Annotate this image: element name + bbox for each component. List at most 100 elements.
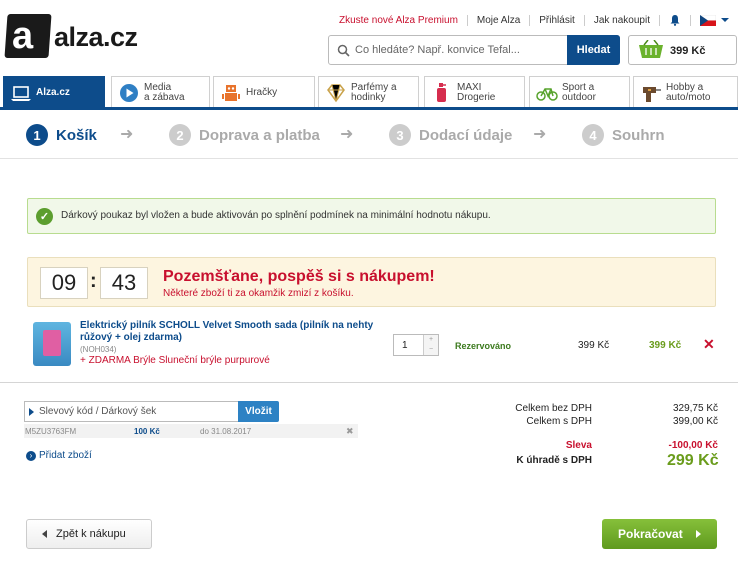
category-alza[interactable]: Alza.cz: [3, 76, 105, 108]
my-alza-link[interactable]: Moje Alza: [477, 15, 520, 26]
voucher-notice: ✓ Dárkový poukaz byl vložen a bude aktiv…: [27, 198, 716, 234]
category-sport[interactable]: Sport a outdoor: [529, 76, 630, 108]
chevron-left-icon: [42, 530, 47, 538]
divider: [466, 14, 468, 26]
search-button[interactable]: Hledat: [567, 35, 620, 65]
logo-letter: a: [12, 15, 34, 57]
quantity-value[interactable]: 1: [402, 340, 408, 351]
check-icon: ✓: [36, 208, 53, 225]
timer-minutes: 09: [40, 267, 88, 299]
item-total-price: 399 Kč: [649, 340, 682, 351]
discount-label: Sleva: [565, 440, 592, 451]
timer-seconds: 43: [100, 267, 148, 299]
search-icon: [337, 44, 350, 57]
to-pay-value: 299 Kč: [667, 452, 719, 469]
search-input[interactable]: Co hledáte? Např. konvice Tefal...: [355, 44, 520, 56]
countdown-subtitle: Některé zboží ti za okamžik zmizí z koší…: [163, 288, 354, 299]
category-toys[interactable]: Hračky: [213, 76, 315, 108]
product-name[interactable]: Elektrický pilník SCHOLL Velvet Smooth s…: [80, 320, 390, 344]
voucher-validity: do 31.08.2017: [200, 427, 252, 436]
remove-item-icon[interactable]: ✕: [703, 336, 715, 353]
robot-icon: [222, 85, 240, 101]
chevron-down-icon[interactable]: [720, 16, 730, 24]
discount-value: -100,00 Kč: [668, 440, 718, 451]
voucher-placeholder: Slevový kód / Dárkový šek: [39, 406, 157, 417]
step-summary: 4 Souhrn: [582, 124, 665, 146]
minus-icon[interactable]: −: [429, 346, 433, 353]
quantity-stepper[interactable]: 1 + −: [393, 334, 439, 356]
category-label: MAXI Drogerie: [457, 82, 496, 103]
cart-amount: 399 Kč: [670, 45, 706, 57]
basket-icon: [639, 40, 663, 58]
page: { "header": { "logo_letter": "a", "logo_…: [0, 0, 738, 573]
without-vat-value: 329,75 Kč: [672, 403, 718, 414]
bike-icon: [536, 88, 558, 101]
category-label: Media a zábava: [144, 82, 185, 103]
logo-text[interactable]: alza.cz: [54, 22, 138, 53]
category-label: Hobby a auto/moto: [666, 82, 711, 103]
back-to-shopping-button[interactable]: Zpět k nákupu: [26, 519, 152, 549]
czech-flag-icon[interactable]: [700, 14, 716, 26]
product-gift[interactable]: + ZDARMA Brýle Sluneční brýle purpurové: [80, 355, 270, 366]
category-label: Hračky: [246, 87, 278, 98]
voucher-code: M5ZU3763FM: [25, 427, 77, 436]
divider: [583, 14, 585, 26]
countdown-banner: 09 : 43 Pozemšťane, pospěš si s nákupem!…: [27, 257, 716, 307]
continue-button[interactable]: Pokračovat: [602, 519, 717, 549]
login-link[interactable]: Přihlásit: [539, 15, 575, 26]
without-vat-label: Celkem bez DPH: [515, 403, 592, 414]
step-label: Dodací údaje: [419, 126, 513, 144]
chevron-right-icon: [695, 530, 701, 538]
nav-underline: [0, 107, 738, 110]
premium-link[interactable]: Zkuste nové Alza Premium: [339, 15, 458, 26]
divider: [0, 382, 738, 383]
arrow-right-icon: ➜: [120, 126, 134, 143]
category-hobby[interactable]: Hobby a auto/moto: [633, 76, 738, 108]
drill-icon: [643, 87, 661, 102]
top-links: Zkuste nové Alza Premium Moje Alza Přihl…: [339, 14, 730, 26]
plus-icon[interactable]: +: [429, 336, 433, 343]
step-number: 4: [582, 124, 604, 146]
diamond-icon: [327, 84, 345, 103]
arrow-right-icon: ➜: [340, 126, 354, 143]
step-delivery: 3 Dodací údaje: [389, 124, 512, 146]
divider: [529, 14, 531, 26]
product-code: (NOH034): [80, 345, 117, 354]
applied-voucher-row: M5ZU3763FM 100 Kč do 31.08.2017 ✖: [24, 424, 358, 438]
checkout-steps: 1 Košík ➜ 2 Doprava a platba ➜ 3 Dodací úda…: [0, 120, 738, 150]
play-icon: [120, 84, 138, 102]
chevron-right-icon: ›: [26, 451, 36, 461]
step-number: 3: [389, 124, 411, 146]
divider: [659, 14, 660, 26]
bottle-icon: [437, 83, 446, 102]
timer-separator: :: [90, 270, 97, 292]
add-goods-link[interactable]: › Přidat zboží: [26, 450, 92, 461]
remove-voucher-icon[interactable]: ✖: [346, 426, 354, 437]
quantity-buttons[interactable]: + −: [423, 335, 438, 355]
category-drugstore[interactable]: MAXI Drogerie: [424, 76, 525, 108]
category-media[interactable]: Media a zábava: [111, 76, 210, 108]
step-label: Souhrn: [612, 126, 665, 144]
voucher-value: 100 Kč: [134, 427, 160, 436]
laptop-icon: [11, 86, 31, 101]
product-image[interactable]: [33, 322, 71, 366]
category-label: Sport a outdoor: [562, 82, 596, 103]
arrow-right-icon: ➜: [533, 126, 547, 143]
how-to-buy-link[interactable]: Jak nakoupit: [594, 15, 650, 26]
step-number: 1: [26, 124, 48, 146]
bell-icon[interactable]: [669, 14, 681, 26]
category-label: Alza.cz: [36, 87, 70, 98]
voucher-input[interactable]: Slevový kód / Dárkový šek: [24, 401, 240, 422]
unit-price: 399 Kč: [578, 340, 610, 351]
add-goods-label: Přidat zboží: [39, 450, 92, 461]
search-box[interactable]: Co hledáte? Např. konvice Tefal... Hleda…: [328, 35, 620, 65]
status-badge: Rezervováno: [455, 341, 512, 351]
step-label: Doprava a platba: [199, 126, 320, 144]
step-label: Košík: [56, 126, 97, 144]
continue-button-label: Pokračovat: [618, 527, 683, 541]
step-number: 2: [169, 124, 191, 146]
apply-voucher-button[interactable]: Vložit: [238, 401, 279, 422]
cart-button[interactable]: 399 Kč: [628, 35, 737, 65]
category-perfumes[interactable]: Parfémy a hodinky: [318, 76, 419, 108]
back-button-label: Zpět k nákupu: [56, 528, 126, 540]
